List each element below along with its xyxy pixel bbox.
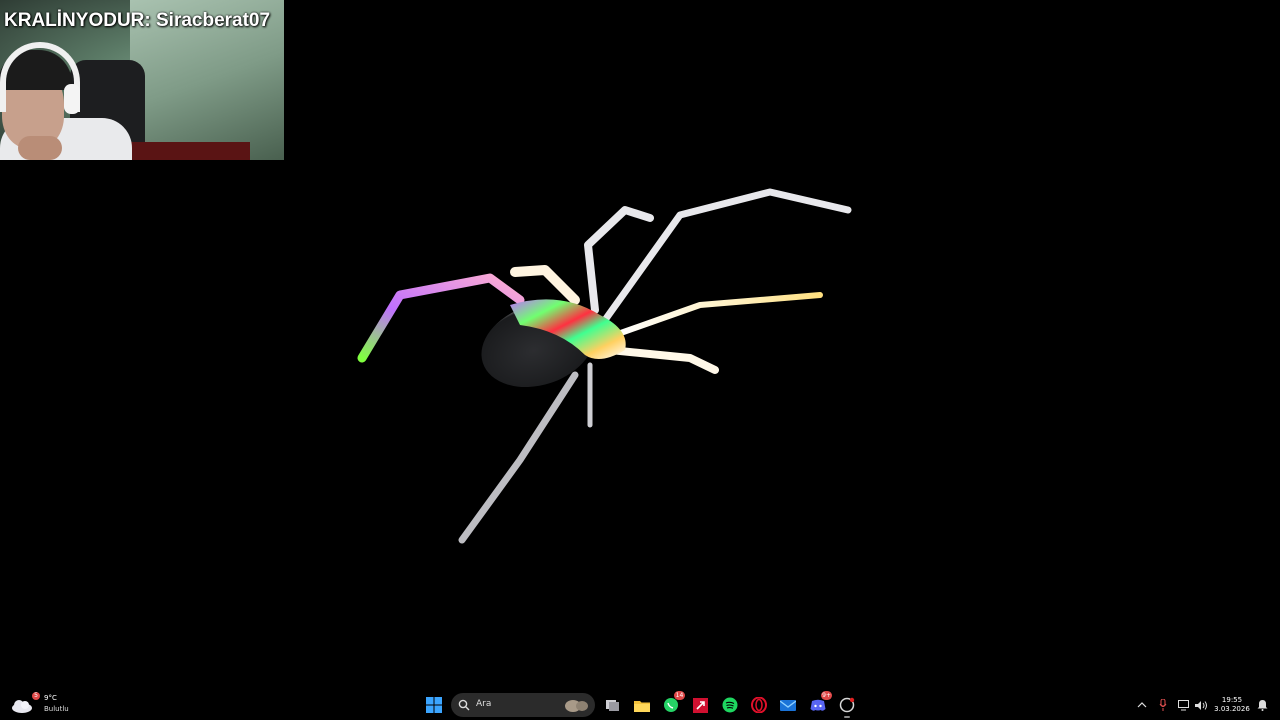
search-highlight-icon [565,700,588,712]
whatsapp-button[interactable]: 14 [661,690,685,720]
task-view-icon [606,700,619,711]
mail-icon [780,700,796,711]
search-icon [458,699,470,711]
opera-button[interactable] [749,690,769,720]
discord-icon [810,699,826,711]
discord-badge: 9+ [821,691,832,700]
chevron-up-icon [1137,702,1147,708]
volume-button[interactable] [1193,690,1209,720]
clock-time: 19:55 [1221,696,1243,704]
weather-badge: 5 [32,692,40,700]
spider-wallpaper [0,0,852,544]
active-app-icon [839,697,855,713]
speaker-icon [1194,700,1207,710]
folder-icon [634,700,650,712]
active-indicator [844,716,850,718]
mail-button[interactable] [778,690,798,720]
taskbar: 5 9°C Bulutlu Ara 14 9+ 19:55 3.03.2026 [0,690,1280,720]
windows-icon [426,697,442,713]
network-button[interactable] [1176,690,1192,720]
red-app-icon [692,697,708,713]
spider-leg [612,292,823,338]
spider-leg [458,371,579,544]
search-placeholder: Ara [476,699,492,709]
clock[interactable]: 19:55 3.03.2026 [1212,690,1252,720]
spider-leg [510,265,580,305]
spotify-icon [722,697,738,713]
discord-button[interactable]: 9+ [808,690,832,720]
microphone-icon [1159,699,1167,711]
microphone-button[interactable] [1155,690,1171,720]
search-box[interactable]: Ara [451,693,595,717]
whatsapp-badge: 14 [674,691,685,700]
clock-date: 3.03.2026 [1214,705,1250,713]
weather-widget[interactable]: 5 9°C Bulutlu [10,690,70,720]
spider-anchor [0,0,1,1]
task-view-button[interactable] [603,690,623,720]
spotify-button[interactable] [720,690,740,720]
network-icon [1177,699,1189,710]
opera-icon [751,697,767,713]
notifications-button[interactable] [1254,690,1270,720]
active-app-button[interactable] [837,690,857,720]
tray-overflow-button[interactable] [1134,690,1150,720]
weather-temperature: 9°C [44,694,57,702]
weather-description: Bulutlu [44,705,69,713]
bell-icon [1257,700,1267,711]
spider-legs [357,188,852,544]
start-button[interactable] [424,690,444,720]
cloud-icon [12,700,32,713]
red-app-button[interactable] [690,690,710,720]
file-explorer-button[interactable] [632,690,652,720]
spider-leg [606,346,719,374]
